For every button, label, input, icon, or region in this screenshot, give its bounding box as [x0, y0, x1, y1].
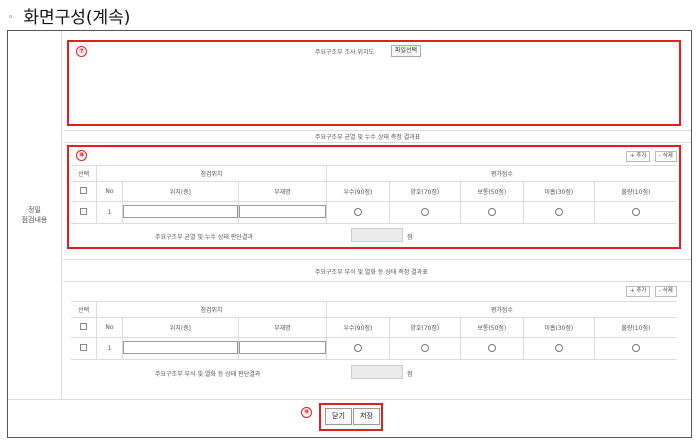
- grade-good-radio[interactable]: [420, 343, 429, 352]
- grade-good-radio[interactable]: [420, 207, 429, 216]
- header-position: 위치(층): [121, 317, 239, 338]
- table-row: 1: [71, 337, 677, 360]
- position-cell: [121, 201, 239, 224]
- grade-good-cell: [388, 337, 461, 360]
- position-input[interactable]: [122, 205, 238, 218]
- header-select: 선택: [71, 165, 97, 182]
- row-label-line1: 정밀: [28, 206, 41, 214]
- grade-bad-radio[interactable]: [631, 207, 640, 216]
- row-label-line2: 점검내용: [21, 216, 48, 224]
- result-unit: 점: [407, 234, 413, 241]
- grade-bad-cell: [593, 201, 677, 224]
- header-grade-normal: 보통(50점): [459, 317, 524, 338]
- header-select-all: [71, 317, 97, 338]
- divider: [63, 281, 691, 282]
- corrosion-grid: 선택 점검위치 평가점수 No 위치(층) 부재명 우수(90점) 양호(70점…: [71, 301, 677, 360]
- header-grade-bad: 불량(10점): [593, 181, 677, 202]
- delete-row-button[interactable]: - 삭제: [655, 151, 677, 162]
- select-all-checkbox[interactable]: [80, 323, 88, 330]
- delete-row-button-b[interactable]: - 삭제: [655, 286, 677, 297]
- result-label: 주요구조부 균열 및 누수 상태 판단결과: [155, 234, 253, 241]
- screen-frame: 정밀 점검내용 주요구조부 조사 위치도 파일선택 ⑦ 주요구조부 균열 및 누…: [7, 30, 692, 438]
- content-area: 주요구조부 조사 위치도 파일선택 ⑦ 주요구조부 균열 및 누수 상태 측정 …: [63, 31, 691, 399]
- section-a-title: 주요구조부 균열 및 누수 상태 측정 결과표: [315, 134, 421, 141]
- header-grade-bad: 불량(10점): [593, 317, 677, 338]
- header-grade-poor: 미흡(30점): [522, 317, 595, 338]
- divider: [63, 130, 691, 131]
- header-grade-good: 양호(70점): [388, 317, 461, 338]
- grade-normal-cell: [459, 201, 524, 224]
- callout-badge-8: ⑧: [76, 150, 87, 161]
- delete-row-label: - 삭제: [659, 153, 673, 159]
- add-row-button-b[interactable]: + 추가: [626, 286, 651, 297]
- header-score-group: 평가점수: [325, 301, 677, 318]
- header-grade-normal: 보통(50점): [459, 181, 524, 202]
- grade-good-cell: [388, 201, 461, 224]
- header-position: 위치(층): [121, 181, 239, 202]
- grade-excellent-radio[interactable]: [353, 207, 362, 216]
- position-cell: [121, 337, 239, 360]
- grade-normal-cell: [459, 337, 524, 360]
- header-location-group: 점검위치: [96, 165, 327, 182]
- header-grade-excellent: 우수(90점): [325, 317, 390, 338]
- section-b-title: 주요구조부 부식 및 열화 등 상태 측정 결과표: [315, 269, 428, 276]
- grade-poor-cell: [522, 337, 595, 360]
- save-button[interactable]: 저장: [353, 408, 380, 425]
- position-input[interactable]: [122, 341, 238, 354]
- grade-poor-radio[interactable]: [554, 343, 563, 352]
- member-input[interactable]: [238, 205, 326, 218]
- header-no: No: [96, 317, 123, 338]
- result-unit-b: 점: [407, 371, 413, 378]
- select-all-checkbox[interactable]: [80, 187, 88, 194]
- divider: [8, 399, 691, 400]
- document-heading: ◦ 화면구성(계속): [8, 3, 130, 28]
- header-score-group: 평가점수: [325, 165, 677, 182]
- header-no: No: [96, 181, 123, 202]
- table-row: 1: [71, 201, 677, 224]
- delete-row-label: - 삭제: [659, 288, 673, 294]
- row-no: 1: [96, 201, 123, 224]
- close-button[interactable]: 닫기: [325, 408, 352, 425]
- add-row-label: + 추가: [630, 288, 647, 294]
- header-grade-good: 양호(70점): [388, 181, 461, 202]
- divider: [63, 142, 691, 143]
- add-row-label: + 추가: [630, 153, 647, 159]
- row-label-cell: 정밀 점검내용: [8, 31, 62, 399]
- result-score-field: [351, 228, 403, 242]
- highlight-box-7: [67, 40, 681, 126]
- divider: [63, 259, 691, 260]
- crack-leak-grid: 선택 점검위치 평가점수 No 위치(층) 부재명 우수(90점) 양호(70점…: [71, 165, 677, 224]
- member-input[interactable]: [238, 341, 326, 354]
- grade-normal-radio[interactable]: [487, 207, 496, 216]
- result-score-field-b: [351, 365, 403, 379]
- grade-excellent-radio[interactable]: [353, 343, 362, 352]
- grade-excellent-cell: [325, 337, 390, 360]
- grade-bad-radio[interactable]: [631, 343, 640, 352]
- header-location-group: 점검위치: [96, 301, 327, 318]
- row-no: 1: [96, 337, 123, 360]
- row-select-cell: [71, 201, 97, 224]
- callout-badge-7: ⑦: [76, 46, 87, 57]
- header-grade-excellent: 우수(90점): [325, 181, 390, 202]
- header-select-all: [71, 181, 97, 202]
- result-label-b: 주요구조부 부식 및 열화 등 상태 판단결과: [155, 371, 261, 378]
- header-grade-poor: 미흡(30점): [522, 181, 595, 202]
- grade-poor-cell: [522, 201, 595, 224]
- grade-excellent-cell: [325, 201, 390, 224]
- bullet-icon: ◦: [8, 13, 14, 23]
- grade-poor-radio[interactable]: [554, 207, 563, 216]
- grade-bad-cell: [593, 337, 677, 360]
- header-member: 부재명: [237, 181, 327, 202]
- callout-badge-9: ⑨: [301, 407, 312, 418]
- row-select-cell: [71, 337, 97, 360]
- header-member: 부재명: [237, 317, 327, 338]
- grade-normal-radio[interactable]: [487, 343, 496, 352]
- member-cell: [237, 201, 327, 224]
- add-row-button[interactable]: + 추가: [626, 151, 651, 162]
- row-checkbox[interactable]: [80, 208, 88, 215]
- document-heading-text: 화면구성(계속): [23, 8, 131, 28]
- row-checkbox[interactable]: [80, 344, 88, 351]
- member-cell: [237, 337, 327, 360]
- header-select: 선택: [71, 301, 97, 318]
